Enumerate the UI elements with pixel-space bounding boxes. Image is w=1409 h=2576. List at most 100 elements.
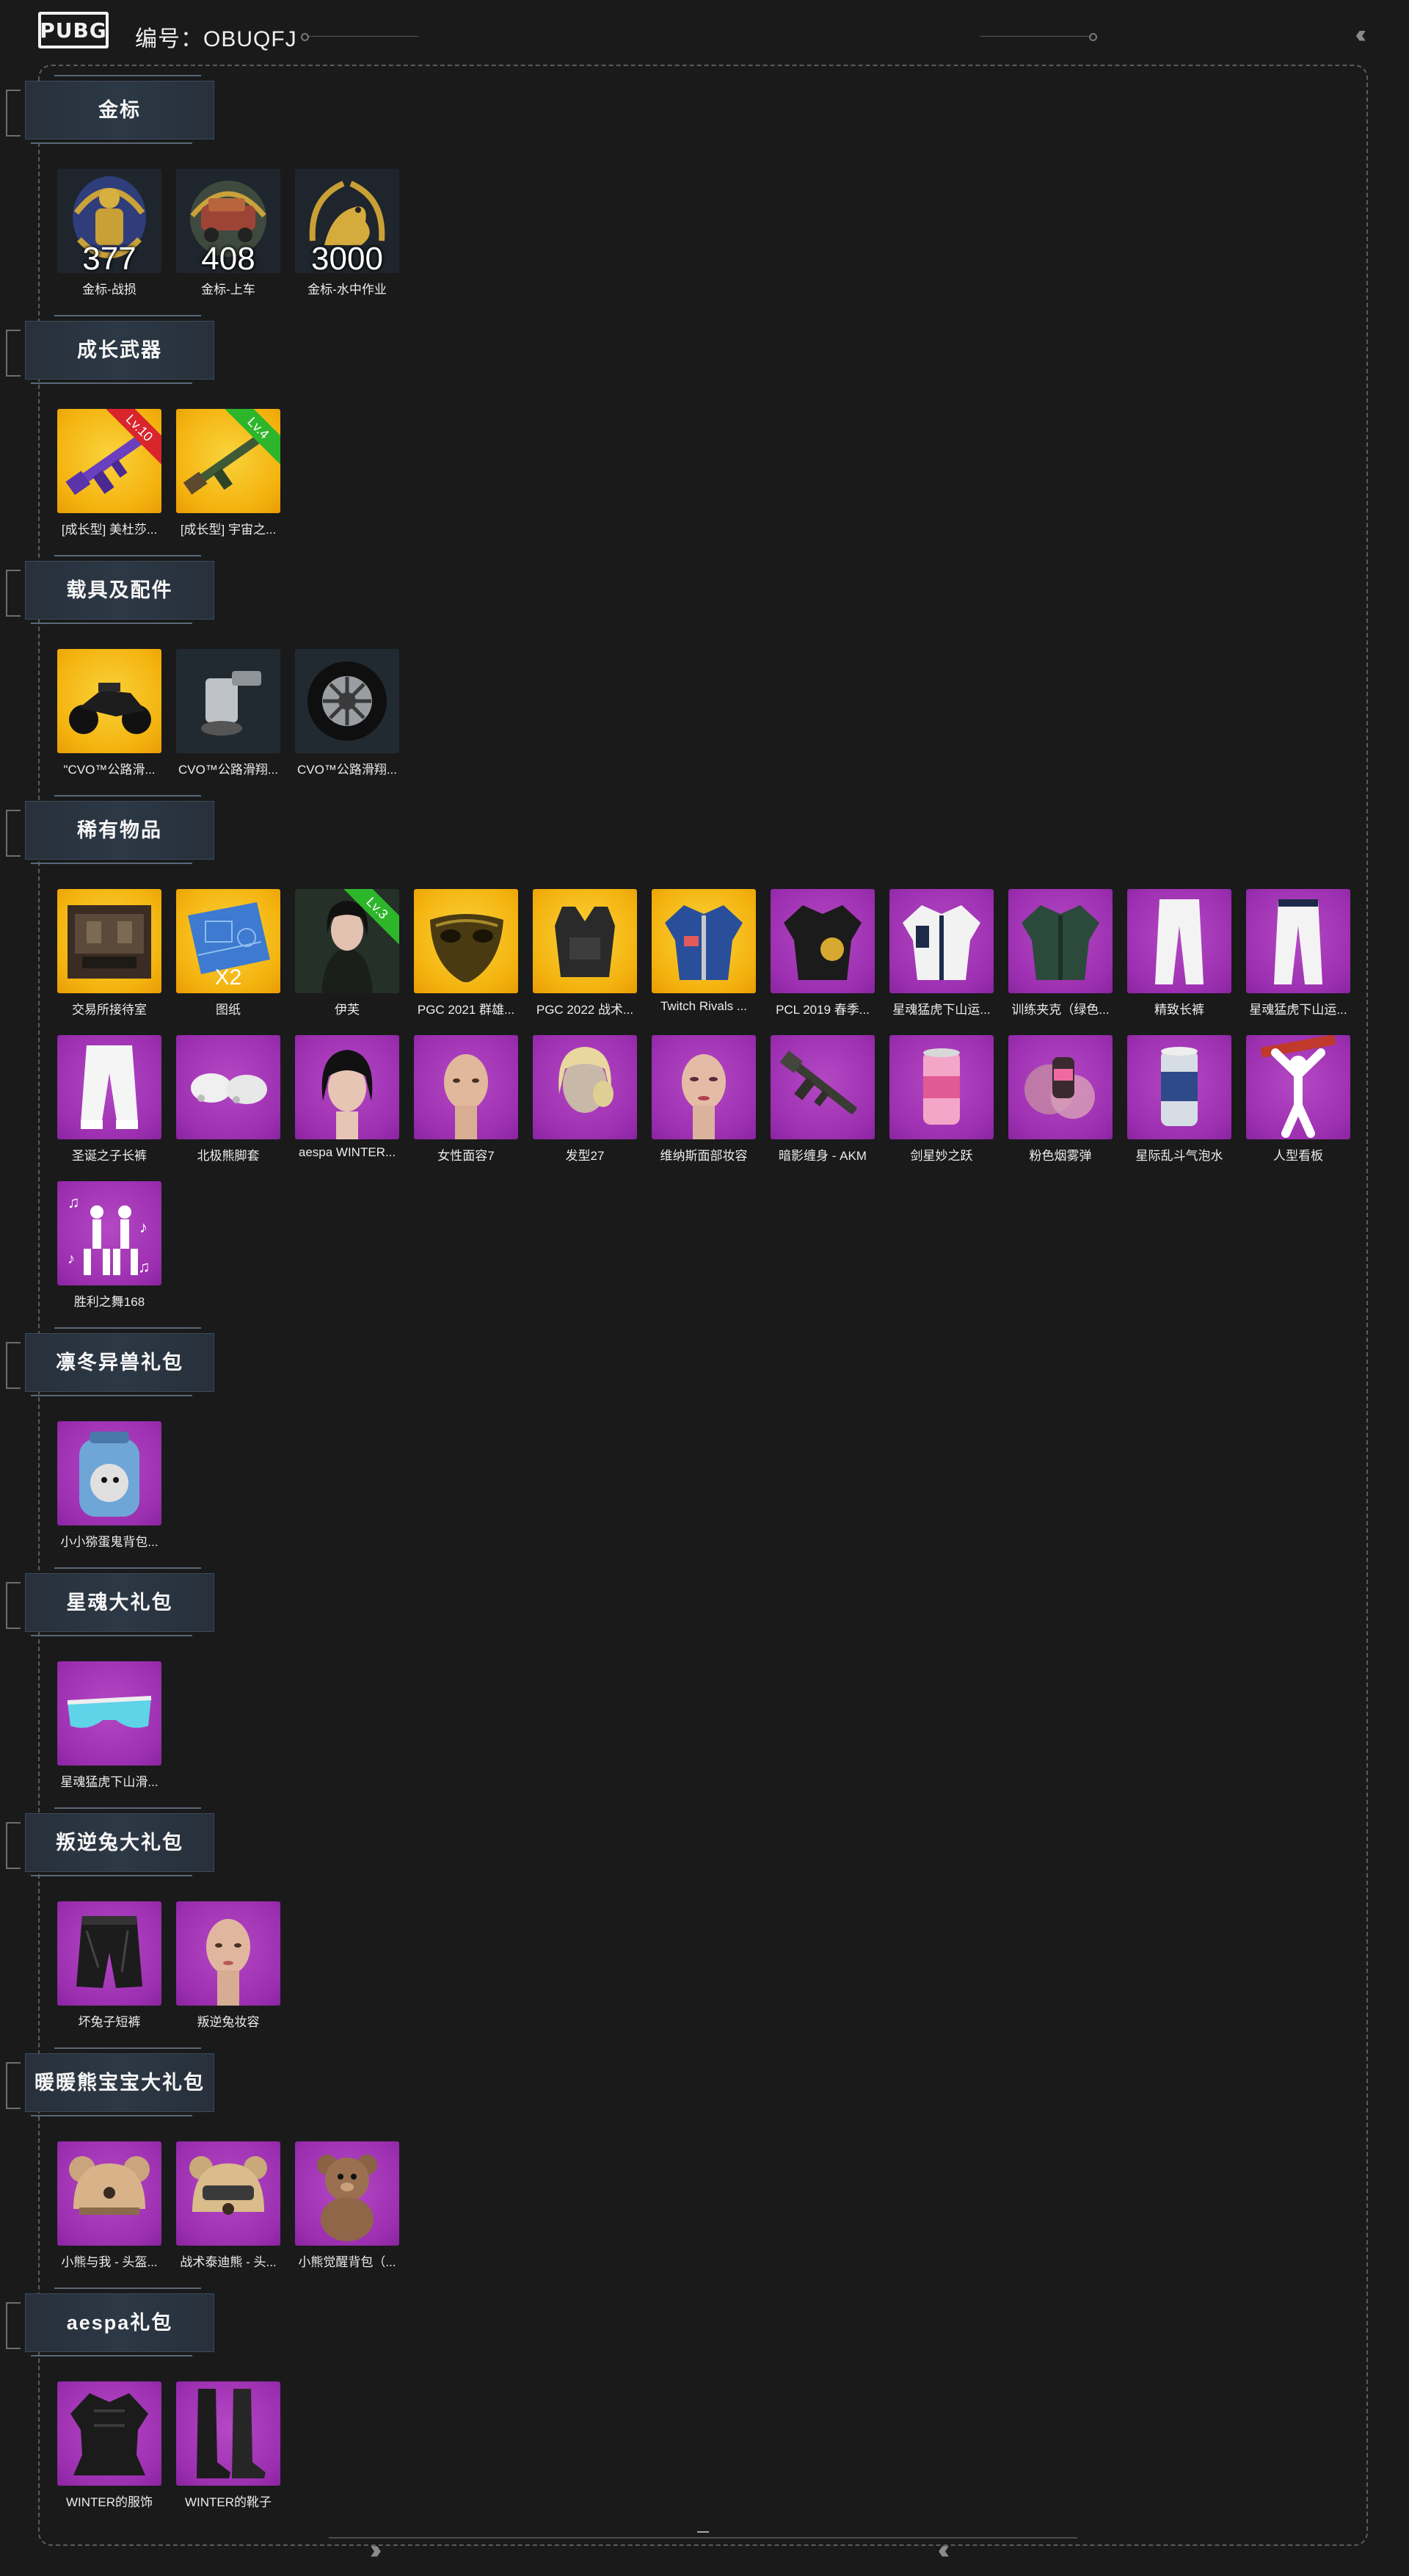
pubg-logo: PUBG: [38, 12, 109, 48]
item-card[interactable]: aespa WINTER...: [294, 1035, 401, 1160]
item-name: 维纳斯面部妆容: [660, 1149, 748, 1163]
item-card[interactable]: 3000 金标-水中作业: [294, 169, 401, 297]
svg-text:♪: ♪: [68, 1251, 75, 1267]
item-card[interactable]: 战术泰迪熊 - 头...: [175, 2141, 282, 2269]
item-name: 小小猕蛋鬼背包...: [60, 1535, 159, 1549]
face-makeup-icon: [652, 1035, 756, 1139]
item-card[interactable]: 发型27: [531, 1035, 638, 1163]
item-name: aespa WINTER...: [298, 1145, 396, 1159]
item-card[interactable]: 交易所接待室: [56, 889, 163, 1017]
bear-helmet-tan-icon: [176, 2141, 280, 2246]
item-name: "CVO™公路滑...: [63, 763, 156, 777]
item-name: 图纸: [216, 1003, 241, 1017]
pants-white-icon: [1246, 889, 1350, 993]
item-card[interactable]: CVO™公路滑翔...: [175, 649, 282, 777]
item-card[interactable]: "CVO™公路滑...: [56, 649, 163, 777]
item-name: 发型27: [565, 1149, 605, 1163]
item-name: Twitch Rivals ...: [660, 999, 748, 1013]
item-card[interactable]: ♫ ♪ ♪ ♫ 胜利之舞168: [56, 1181, 163, 1309]
item-card[interactable]: Twitch Rivals ...: [650, 889, 757, 1014]
item-card[interactable]: 精致长裤: [1126, 889, 1233, 1017]
item-card[interactable]: 408 金标-上车: [175, 169, 282, 297]
item-card[interactable]: CVO™公路滑翔...: [294, 649, 401, 777]
account-code: 编号：OBUQFJ: [135, 27, 297, 51]
face-icon: [414, 1035, 518, 1139]
item-card[interactable]: Lv.10 [成长型] 美杜莎...: [56, 409, 163, 537]
item-card[interactable]: 训练夹克（绿色...: [1007, 889, 1114, 1017]
item-card[interactable]: PGC 2021 群雄...: [412, 889, 520, 1017]
pants-white-icon: [57, 1035, 161, 1139]
paw-shoes-icon: [176, 1035, 280, 1139]
item-name: 星魂猛虎下山运...: [892, 1003, 991, 1017]
item-card[interactable]: 暗影缠身 - AKM: [769, 1035, 876, 1163]
item-card[interactable]: 星魂猛虎下山运...: [1245, 889, 1352, 1017]
item-card[interactable]: 坏兔子短裤: [56, 1901, 163, 2029]
item-card[interactable]: WINTER的靴子: [175, 2381, 282, 2509]
standee-icon: [1246, 1035, 1350, 1139]
room-icon: [57, 889, 161, 993]
item-card[interactable]: WINTER的服饰: [56, 2381, 163, 2509]
section-title: 成长武器: [6, 315, 214, 385]
smoke-grenade-icon: [1008, 1035, 1113, 1139]
section-title: 星魂大礼包: [6, 1567, 214, 1638]
item-card[interactable]: 小小猕蛋鬼背包...: [56, 1421, 163, 1549]
hair-black-icon: [295, 1035, 399, 1139]
item-name: 胜利之舞168: [73, 1295, 145, 1309]
item-card[interactable]: 人型看板: [1245, 1035, 1352, 1163]
svg-text:♫: ♫: [68, 1193, 80, 1211]
item-name: PCL 2019 春季...: [776, 1003, 870, 1017]
goggles-icon: [57, 1661, 161, 1766]
item-card[interactable]: 小熊觉醒背包（...: [294, 2141, 401, 2269]
item-card[interactable]: 圣诞之子长裤: [56, 1035, 163, 1163]
motorcycle-icon: [57, 649, 161, 753]
item-card[interactable]: 维纳斯面部妆容: [650, 1035, 757, 1163]
vest-icon: [533, 889, 637, 993]
item-card[interactable]: 星魂猛虎下山运...: [888, 889, 995, 1017]
item-name: WINTER的服饰: [65, 2495, 153, 2509]
item-card[interactable]: 小熊与我 - 头盔...: [56, 2141, 163, 2269]
pants-white-icon: [1127, 889, 1231, 993]
item-card[interactable]: X2 图纸: [175, 889, 282, 1017]
section-title: 载具及配件: [6, 555, 214, 625]
item-name: 人型看板: [1273, 1149, 1323, 1163]
footer-divider: [329, 2537, 1077, 2539]
item-card[interactable]: 377 金标-战损: [56, 169, 163, 297]
item-card[interactable]: 女性面容7: [412, 1035, 520, 1163]
item-name: 金标-上车: [201, 283, 255, 297]
item-name: 精致长裤: [1154, 1003, 1204, 1017]
item-name: 小熊觉醒背包（...: [298, 2255, 396, 2269]
blueprint-icon: X2: [176, 889, 280, 993]
item-card[interactable]: 星际乱斗气泡水: [1126, 1035, 1233, 1163]
item-name: CVO™公路滑翔...: [178, 763, 278, 777]
item-card[interactable]: PGC 2022 战术...: [531, 889, 638, 1017]
hair-blonde-icon: [533, 1035, 637, 1139]
item-card[interactable]: 星魂猛虎下山滑...: [56, 1661, 163, 1789]
item-card[interactable]: PCL 2019 春季...: [769, 889, 876, 1017]
item-name: WINTER的靴子: [184, 2495, 272, 2509]
item-name: 粉色烟雾弹: [1029, 1149, 1092, 1163]
item-name: 叛逆兔妆容: [197, 2015, 260, 2029]
header-divider: [307, 36, 418, 37]
can-pink-icon: [889, 1035, 994, 1139]
item-name: 金标-战损: [82, 283, 136, 297]
shorts-icon: [57, 1901, 161, 2006]
item-card[interactable]: 剑星妙之跃: [888, 1035, 995, 1163]
item-card[interactable]: Lv.3 伊芙: [294, 889, 401, 1017]
item-card[interactable]: 粉色烟雾弹: [1007, 1035, 1114, 1163]
item-name: [成长型] 宇宙之...: [180, 523, 277, 537]
svg-text:♫: ♫: [138, 1258, 150, 1276]
item-name: 暗影缠身 - AKM: [779, 1149, 867, 1163]
bear-backpack-icon: [295, 2141, 399, 2246]
rifle-purple-icon: Lv.10: [57, 409, 161, 513]
item-card[interactable]: Lv.4 [成长型] 宇宙之...: [175, 409, 282, 537]
item-card[interactable]: 叛逆兔妆容: [175, 1901, 282, 2029]
bear-helmet-icon: [57, 2141, 161, 2246]
mask-icon: [414, 889, 518, 993]
item-card[interactable]: 北极熊脚套: [175, 1035, 282, 1163]
jacket-black-icon: [771, 889, 875, 993]
footer-marker: [697, 2531, 709, 2533]
akm-icon: [771, 1035, 875, 1139]
item-name: PGC 2022 战术...: [536, 1003, 634, 1017]
item-name: CVO™公路滑翔...: [296, 763, 397, 777]
section-title: 叛逆兔大礼包: [6, 1807, 214, 1878]
